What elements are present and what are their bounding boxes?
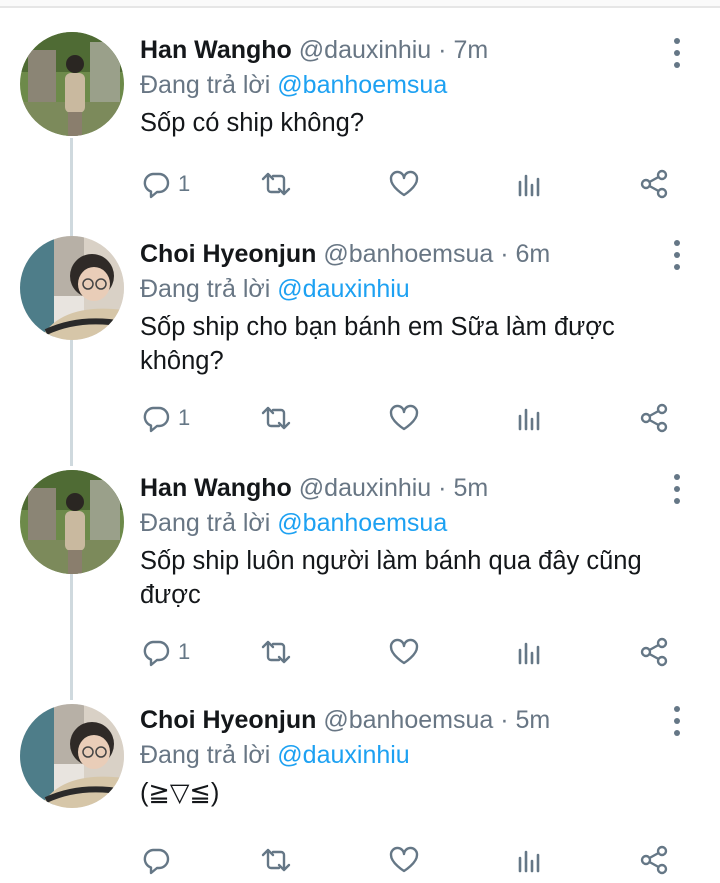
user-handle[interactable]: @dauxinhiu [299, 36, 431, 64]
separator: · [500, 706, 509, 734]
like-icon [389, 846, 419, 873]
reply-icon [143, 640, 170, 667]
tweet-text: Sốp có ship không? [140, 109, 364, 137]
like-button[interactable] [388, 632, 420, 672]
retweet-icon [261, 172, 291, 196]
analytics-button[interactable] [514, 840, 546, 880]
display-name[interactable]: Han Wangho [140, 474, 292, 502]
reply-button[interactable]: 1 [140, 632, 190, 672]
tweet-text: Sốp ship luôn người làm bánh qua đây cũn… [140, 547, 642, 609]
tweet-text: (≧▽≦) [140, 779, 220, 807]
retweet-icon [261, 406, 291, 430]
reply-icon [143, 172, 170, 199]
reply-count: 1 [178, 405, 191, 430]
reply-prefix: Đang trả lời [140, 509, 271, 537]
share-icon [640, 845, 668, 875]
separator: · [500, 240, 509, 268]
reply-mention[interactable]: @dauxinhiu [277, 741, 409, 769]
share-button[interactable] [638, 398, 670, 438]
tweet-text: Sốp ship cho bạn bánh em Sữa làm được kh… [140, 313, 615, 375]
reply-count: 1 [178, 639, 191, 664]
more-icon[interactable] [668, 240, 686, 270]
timestamp[interactable]: 5m [453, 474, 488, 502]
analytics-icon [518, 174, 540, 197]
like-icon [389, 404, 419, 431]
timestamp[interactable]: 7m [453, 36, 488, 64]
like-button[interactable] [388, 398, 420, 438]
display-name[interactable]: Choi Hyeonjun [140, 240, 316, 268]
reply-mention[interactable]: @dauxinhiu [277, 275, 409, 303]
like-icon [389, 170, 419, 197]
like-button[interactable] [388, 840, 420, 880]
retweet-button[interactable] [260, 164, 292, 204]
reply-button[interactable]: 1 [140, 164, 190, 204]
retweet-button[interactable] [260, 840, 292, 880]
tweet[interactable]: Choi Hyeonjun @banhoemsua · 6m Đang trả … [0, 232, 720, 460]
display-name[interactable]: Choi Hyeonjun [140, 706, 316, 734]
avatar[interactable] [20, 32, 124, 136]
top-divider [0, 0, 720, 8]
like-button[interactable] [388, 164, 420, 204]
reply-icon [143, 406, 170, 433]
avatar[interactable] [20, 236, 124, 340]
reply-prefix: Đang trả lời [140, 741, 271, 769]
user-handle[interactable]: @banhoemsua [323, 706, 493, 734]
reply-button[interactable] [140, 840, 178, 880]
reply-mention[interactable]: @banhoemsua [277, 71, 447, 99]
timestamp[interactable]: 6m [516, 240, 551, 268]
tweet[interactable]: Choi Hyeonjun @banhoemsua · 5m Đang trả … [0, 700, 720, 883]
timestamp[interactable]: 5m [516, 706, 551, 734]
share-button[interactable] [638, 632, 670, 672]
tweet[interactable]: Han Wangho @dauxinhiu · 5m Đang trả lời … [0, 466, 720, 694]
analytics-icon [518, 642, 540, 665]
share-button[interactable] [638, 840, 670, 880]
retweet-button[interactable] [260, 632, 292, 672]
avatar[interactable] [20, 704, 124, 808]
retweet-icon [261, 640, 291, 664]
share-icon [640, 637, 668, 667]
reply-prefix: Đang trả lời [140, 275, 271, 303]
retweet-icon [261, 848, 291, 872]
analytics-icon [518, 850, 540, 873]
share-icon [640, 169, 668, 199]
reply-prefix: Đang trả lời [140, 71, 271, 99]
analytics-icon [518, 408, 540, 431]
reply-icon [143, 848, 170, 875]
display-name[interactable]: Han Wangho [140, 36, 292, 64]
retweet-button[interactable] [260, 398, 292, 438]
separator: · [438, 36, 447, 64]
share-button[interactable] [638, 164, 670, 204]
analytics-button[interactable] [514, 164, 546, 204]
reply-button[interactable]: 1 [140, 398, 190, 438]
tweet[interactable]: Han Wangho @dauxinhiu · 7m Đang trả lời … [0, 24, 720, 224]
more-icon[interactable] [668, 474, 686, 504]
user-handle[interactable]: @dauxinhiu [299, 474, 431, 502]
share-icon [640, 403, 668, 433]
more-icon[interactable] [668, 706, 686, 736]
analytics-button[interactable] [514, 632, 546, 672]
analytics-button[interactable] [514, 398, 546, 438]
reply-mention[interactable]: @banhoemsua [277, 509, 447, 537]
more-icon[interactable] [668, 38, 686, 68]
like-icon [389, 638, 419, 665]
reply-count: 1 [178, 171, 191, 196]
avatar[interactable] [20, 470, 124, 574]
separator: · [438, 474, 447, 502]
user-handle[interactable]: @banhoemsua [323, 240, 493, 268]
